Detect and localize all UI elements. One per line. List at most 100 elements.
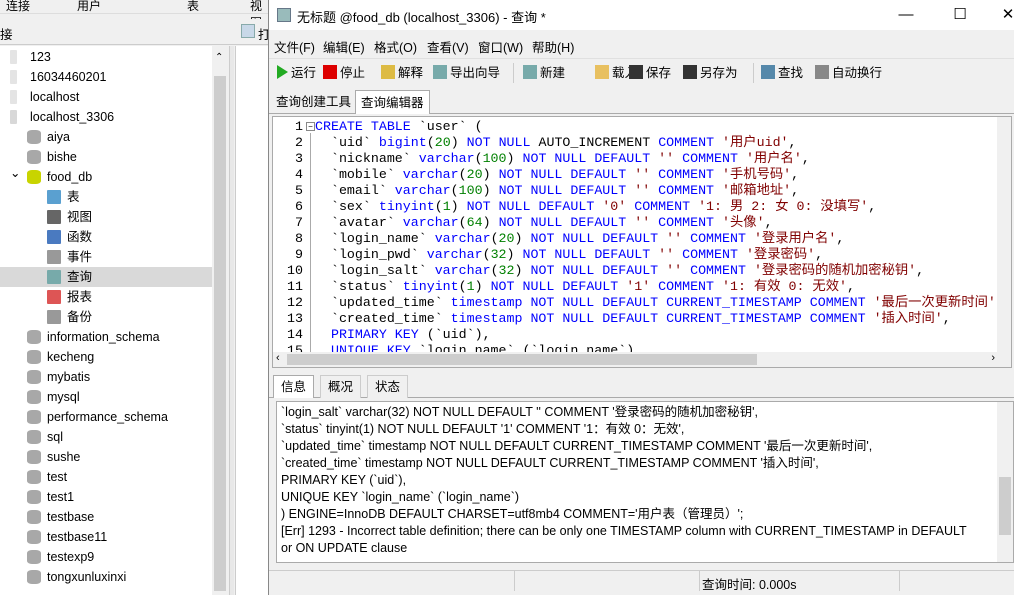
tree-item[interactable]: localhost [0,87,212,107]
tree-item[interactable]: aiya [0,127,212,147]
tree-item[interactable]: testbase11 [0,527,212,547]
tab-tables[interactable]: 表 [187,0,199,14]
code-line: `mobile` varchar(20) NOT NULL DEFAULT ''… [315,167,1005,183]
code-token: '' [634,167,659,182]
code-token: '登录用户名' [753,231,837,246]
tab-users[interactable]: 用户 [77,0,101,14]
code-token: NOT NULL DEFAULT [530,263,667,278]
toolbar-save-button[interactable]: 保存 [629,64,671,82]
toolbar-run-button[interactable]: 运行 [277,64,316,82]
tree-scrollbar[interactable]: ⌃ [212,46,228,595]
tab-query-editor[interactable]: 查询编辑器 [355,90,430,114]
code-token: , [791,167,800,182]
status-bar: 查询时间: 0.000s [269,570,1014,592]
query-tabs: 查询创建工具 查询编辑器 [269,88,1014,114]
code-area[interactable]: CREATE TABLE `user` ( `uid` bigint(20) N… [315,119,1005,359]
toolbar-word-wrap-button[interactable]: 自动换行 [815,64,882,82]
code-token: varchar [426,247,483,262]
menu-window[interactable]: 窗口(W) [478,37,523,56]
tree-item[interactable]: mysql [0,387,212,407]
tree-item[interactable]: 备份 [0,307,212,327]
tree-item[interactable]: 事件 [0,247,212,267]
tab-query-builder[interactable]: 查询创建工具 [271,90,356,114]
scroll-up-icon[interactable]: ⌃ [215,52,223,63]
tree-item[interactable]: kecheng [0,347,212,367]
menu-edit[interactable]: 编辑(E) [323,37,365,56]
status-divider [899,571,900,591]
tree-item[interactable]: test1 [0,487,212,507]
info-line: `login_salt` varchar(32) NOT NULL DEFAUL… [281,405,758,419]
line-number: 13 [287,311,303,326]
tree-item[interactable]: ⌄ food_db [0,166,212,187]
code-token: AUTO_INCREMENT [538,135,659,150]
code-token: 32 [490,247,507,262]
code-token: ( [482,247,491,262]
tab-profile[interactable]: 概况 [320,375,362,398]
tree-item-label: test [47,470,68,484]
export-wizard-icon [433,65,447,79]
editor-horizontal-scrollbar[interactable]: ‹ › [273,352,1011,367]
close-button[interactable]: ✕ [993,4,1014,26]
tree-item[interactable]: localhost_3306 [0,107,212,127]
tree-item[interactable]: sushe [0,447,212,467]
scroll-right-icon[interactable]: › [991,352,995,364]
menu-help[interactable]: 帮助(H) [532,37,574,56]
tree-item-label: tongxunluxinxi [47,570,127,584]
tree-item[interactable]: mybatis [0,367,212,387]
scrollbar-thumb[interactable] [999,477,1011,535]
toolbar-new-button[interactable]: 新建 [523,64,565,82]
code-token: '头像' [722,215,765,230]
tree-item[interactable]: 16034460201 [0,67,212,87]
tree-item[interactable]: 视图 [0,207,212,227]
toolbar-export-wizard-button[interactable]: 导出向导 [433,64,500,82]
menu-format[interactable]: 格式(O) [374,37,417,56]
tree-item[interactable]: testbase [0,507,212,527]
tree-item[interactable]: sql [0,427,212,447]
tree-item[interactable]: bishe [0,147,212,167]
pane-splitter[interactable] [229,46,234,595]
stop-icon [323,65,337,79]
tree-item[interactable]: 123 [0,47,212,67]
code-token: ( [490,263,499,278]
minimize-button[interactable]: — [891,4,921,26]
status-divider [699,571,700,591]
tree-item[interactable]: 表 [0,187,212,207]
toolbar-save-as-button[interactable]: 另存为 [683,64,738,82]
tree-item[interactable]: test [0,467,212,487]
open-table-icon[interactable] [241,24,255,38]
editor-vertical-scrollbar[interactable] [997,117,1011,353]
tab-info[interactable]: 信息 [273,375,315,398]
info-output[interactable]: `login_salt` varchar(32) NOT NULL DEFAUL… [276,401,1014,563]
toolbar-explain-button[interactable]: 解释 [381,64,423,82]
menu-file[interactable]: 文件(F) [274,37,315,56]
tree-item[interactable]: performance_schema [0,407,212,427]
tree-item[interactable]: 查询 [0,267,212,287]
chevron-down-icon[interactable]: ⌄ [10,163,20,183]
code-token: 20 [434,135,451,150]
fold-toggle-icon[interactable]: − [306,122,315,131]
info-scrollbar[interactable] [997,402,1013,562]
tree-item[interactable]: testexp9 [0,547,212,567]
toolbar-find-button[interactable]: 查找 [761,64,803,82]
new-icon [523,65,537,79]
menu-view[interactable]: 查看(V) [427,37,469,56]
backup-icon [47,310,61,324]
scrollbar-thumb[interactable] [287,354,757,365]
tree-item[interactable]: tongxunluxinxi [0,567,212,587]
toolbar-stop-button[interactable]: 停止 [323,64,365,82]
toolbar-button-label: 查找 [778,66,804,80]
maximize-button[interactable]: ☐ [945,4,975,26]
tree-item[interactable]: 函数 [0,227,212,247]
code-token: `status` [315,279,403,294]
tree-item-label: kecheng [47,350,95,364]
tab-status[interactable]: 状态 [367,375,409,398]
tab-connection[interactable]: 连接 [6,0,30,14]
info-text: `login_salt` varchar(32) NOT NULL DEFAUL… [281,404,996,557]
tree-item-label: information_schema [47,330,160,344]
tree-item[interactable]: 报表 [0,287,212,307]
scroll-left-icon[interactable]: ‹ [276,352,280,364]
sql-editor[interactable]: 1 2 3 4 5 6 7 8 9 10 11 12 13 14 15 − CREATE TABLE `us… [272,116,1012,368]
tree-item[interactable]: information_schema [0,327,212,347]
scrollbar-thumb[interactable] [214,76,226,591]
code-token: ( [458,279,467,294]
